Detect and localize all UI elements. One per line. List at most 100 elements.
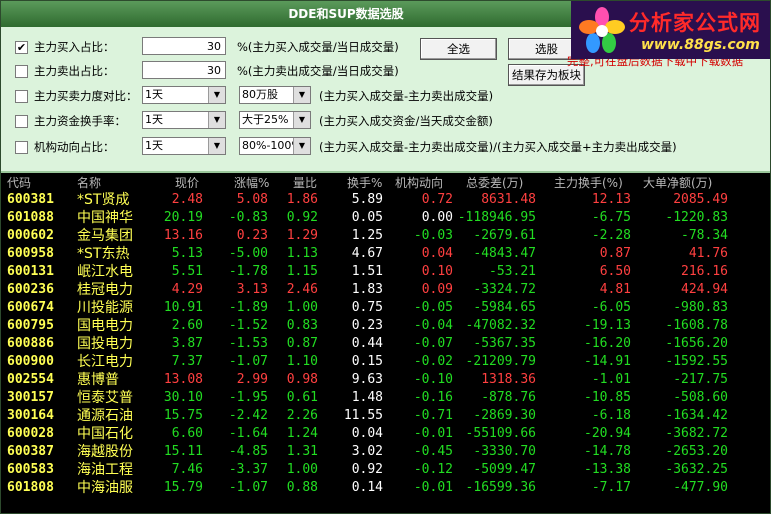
cell-value: -0.10 [413, 372, 453, 387]
cell-value: 0.05 [351, 210, 383, 225]
column-header[interactable]: 代码 [7, 174, 31, 191]
turnover-checkbox[interactable] [15, 115, 28, 128]
force-compare-checkbox[interactable] [15, 90, 28, 103]
buy-ratio-desc: %(主力买入成交量/当日成交量) [237, 40, 399, 54]
force-compare-label: 主力买卖力度对比： [34, 89, 138, 103]
cell-value: -16599.36 [465, 480, 536, 495]
table-row[interactable]: 600886 国投电力 3.87 -1.53 0.87 0.44 -0.07 -5367.35… [1, 335, 770, 353]
column-header[interactable]: 机构动向 [395, 174, 443, 191]
sell-ratio-input[interactable]: 30 [142, 61, 226, 79]
table-row[interactable]: 600674 川投能源 10.91 -1.89 1.00 0.75 -0.05 -5984.6… [1, 299, 770, 317]
filter-row-force-compare: 主力买卖力度对比： 1天 ▼ 80万股 ▼ (主力买入成交量-主力卖出成交量) [1, 86, 761, 106]
force-compare-days-select[interactable]: 1天 ▼ [142, 86, 226, 104]
buy-ratio-checkbox[interactable]: ✔ [15, 41, 28, 54]
cell-name: *ST东热 [77, 246, 130, 262]
table-row[interactable]: 600028 中国石化 6.60 -1.64 1.24 0.04 -0.01 -55109.6… [1, 425, 770, 443]
table-row[interactable]: 300157 恒泰艾普 30.10 -1.95 0.61 1.48 -0.16 -878.76… [1, 389, 770, 407]
turnover-days-select[interactable]: 1天 ▼ [142, 111, 226, 129]
cell-value: 41.76 [688, 246, 728, 261]
flower-logo-icon [579, 7, 625, 53]
force-compare-volume-select[interactable]: 80万股 ▼ [239, 86, 311, 104]
column-header[interactable]: 量比 [293, 174, 317, 191]
cell-value: 0.61 [286, 390, 318, 405]
cell-name: *ST贤成 [77, 192, 130, 208]
column-header[interactable]: 现价 [175, 174, 199, 191]
select-all-button[interactable]: 全选 [420, 38, 497, 60]
cell-value: -16.20 [584, 336, 631, 351]
cell-name: 中国神华 [77, 210, 133, 226]
cell-name: 惠博普 [77, 372, 119, 388]
table-row[interactable]: 601808 中海油服 15.79 -1.07 0.88 0.14 -0.01 -16599.… [1, 479, 770, 497]
cell-value: -4.85 [228, 444, 268, 459]
cell-code: 600387 [7, 444, 54, 459]
cell-value: -1634.42 [665, 408, 728, 423]
cell-value: 424.94 [681, 282, 728, 297]
cell-value: 1.83 [351, 282, 383, 297]
cell-value: 2.46 [286, 282, 318, 297]
cell-value: -53.21 [489, 264, 536, 279]
buy-ratio-input[interactable]: 30 [142, 37, 226, 55]
column-header[interactable]: 涨幅% [234, 174, 269, 191]
table-row[interactable]: 601088 中国神华 20.19 -0.83 0.92 0.05 0.00 -118946.… [1, 209, 770, 227]
column-header[interactable]: 大单净额(万) [643, 174, 712, 191]
cell-value: 5.08 [236, 192, 268, 207]
cell-value: 0.10 [421, 264, 453, 279]
table-row[interactable]: 600795 国电电力 2.60 -1.52 0.83 0.23 -0.04 -47082.3… [1, 317, 770, 335]
turnover-threshold-value: 大于25% [242, 113, 289, 126]
sell-ratio-label: 主力卖出占比： [34, 64, 115, 78]
table-row[interactable]: 600387 海越股份 15.11 -4.85 1.31 3.02 -0.45 -3330.7… [1, 443, 770, 461]
cell-value: -6.18 [591, 408, 631, 423]
sell-ratio-checkbox[interactable] [15, 65, 28, 78]
table-row[interactable]: 300164 通源石油 15.75 -2.42 2.26 11.55 -0.71 -2869.… [1, 407, 770, 425]
cell-value: 2085.49 [673, 192, 728, 207]
column-header[interactable]: 换手% [347, 174, 382, 191]
cell-value: 0.83 [286, 318, 318, 333]
cell-value: 0.23 [351, 318, 383, 333]
cell-value: -217.75 [673, 372, 728, 387]
cell-value: -19.13 [584, 318, 631, 333]
cell-value: 0.98 [286, 372, 318, 387]
turnover-label: 主力资金换手率： [34, 114, 126, 128]
table-row[interactable]: 000602 金马集团 13.16 0.23 1.29 1.25 -0.03 -2679.61… [1, 227, 770, 245]
cell-value: 1.51 [351, 264, 383, 279]
cell-value: -2.42 [228, 408, 268, 423]
cell-value: -14.78 [584, 444, 631, 459]
column-header[interactable]: 名称 [77, 174, 101, 191]
table-row[interactable]: 600236 桂冠电力 4.29 3.13 2.46 1.83 0.09 -3324.72 4.… [1, 281, 770, 299]
chevron-down-icon: ▼ [293, 87, 310, 103]
cell-value: 1318.36 [481, 372, 536, 387]
force-compare-desc: (主力买入成交量-主力卖出成交量) [319, 89, 494, 103]
cell-name: 中国石化 [77, 426, 133, 442]
force-compare-days-value: 1天 [145, 88, 163, 101]
cell-value: 10.91 [163, 300, 203, 315]
cell-value: 11.55 [343, 408, 383, 423]
cell-value: 7.46 [171, 462, 203, 477]
institution-days-select[interactable]: 1天 ▼ [142, 137, 226, 155]
cell-value: 1.00 [286, 462, 318, 477]
table-row[interactable]: 600381 *ST贤成 2.48 5.08 1.86 5.89 0.72 8631.48 12… [1, 191, 770, 209]
table-row[interactable]: 002554 惠博普 13.08 2.99 0.98 9.63 -0.10 1318.36 -1… [1, 371, 770, 389]
cell-value: 1.13 [286, 246, 318, 261]
table-row[interactable]: 600583 海油工程 7.46 -3.37 1.00 0.92 -0.12 -5099.47… [1, 461, 770, 479]
cell-value: 3.87 [171, 336, 203, 351]
column-header[interactable]: 总委差(万) [466, 174, 523, 191]
institution-checkbox[interactable] [15, 141, 28, 154]
cell-value: -4843.47 [473, 246, 536, 261]
cell-value: 0.87 [599, 246, 631, 261]
cell-code: 601808 [7, 480, 54, 495]
cell-value: 20.19 [163, 210, 203, 225]
cell-value: -0.83 [228, 210, 268, 225]
institution-range-select[interactable]: 80%-100% ▼ [239, 137, 311, 155]
turnover-threshold-select[interactable]: 大于25% ▼ [239, 111, 311, 129]
cell-value: 1.24 [286, 426, 318, 441]
table-row[interactable]: 600900 长江电力 7.37 -1.07 1.10 0.15 -0.02 -21209.7… [1, 353, 770, 371]
logo-brand-text: 分析家公式网 [629, 11, 761, 35]
cell-value: 8631.48 [481, 192, 536, 207]
table-row[interactable]: 600958 *ST东热 5.13 -5.00 1.13 4.67 0.04 -4843.47… [1, 245, 770, 263]
table-row[interactable]: 600131 岷江水电 5.51 -1.78 1.15 1.51 0.10 -53.21 6.5… [1, 263, 770, 281]
cell-value: 6.60 [171, 426, 203, 441]
column-header[interactable]: 主力换手(%) [554, 174, 623, 191]
cell-value: 0.00 [421, 210, 453, 225]
cell-value: -118946.95 [457, 210, 536, 225]
turnover-days-value: 1天 [145, 113, 163, 126]
